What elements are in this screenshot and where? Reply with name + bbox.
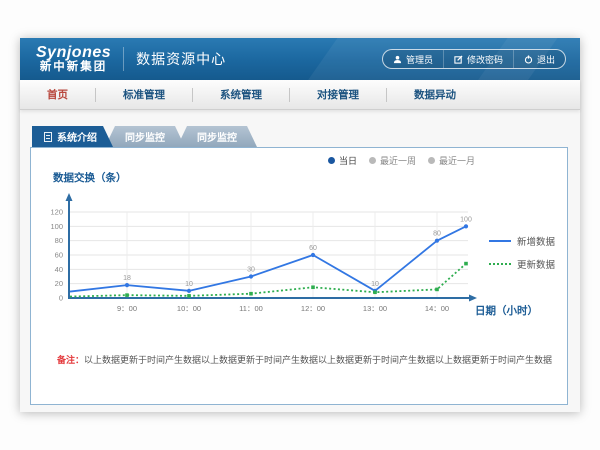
- logout-label: 退出: [537, 53, 555, 66]
- header-actions: 管理员 修改密码 退出: [382, 49, 566, 69]
- legend-new-data: 新增数据: [489, 234, 555, 248]
- app-window: Synjones 新中新集团 数据资源中心 管理员 修改密码: [20, 38, 580, 412]
- tab-bar: 系统介绍 同步监控 同步监控: [32, 126, 257, 147]
- nav-item-data-change[interactable]: 数据异动: [386, 88, 483, 102]
- footnote-prefix: 备注：: [57, 355, 84, 365]
- svg-text:18: 18: [123, 275, 131, 282]
- power-icon: [524, 55, 533, 64]
- legend-updated-data: 更新数据: [489, 257, 555, 271]
- app-title: 数据资源中心: [136, 49, 226, 69]
- svg-text:80: 80: [55, 236, 63, 245]
- footnote-text: 以上数据更新于时间产生数据以上数据更新于时间产生数据以上数据更新于时间产生数据以…: [84, 355, 553, 365]
- green-dotted-swatch: [489, 263, 511, 265]
- user-button[interactable]: 管理员: [383, 50, 443, 68]
- tab-sync-monitor-2[interactable]: 同步监控: [177, 126, 257, 147]
- radio-label: 最近一月: [439, 154, 475, 167]
- chart-panel: 当日 最近一周 最近一月 数据交换（条） 日期（小时） 020406080100…: [30, 147, 568, 405]
- series-legend: 新增数据 更新数据: [489, 234, 555, 271]
- tab-system-intro[interactable]: 系统介绍: [32, 126, 113, 147]
- radio-dot-icon: [369, 157, 376, 164]
- logo-text-cn: 新中新集团: [36, 61, 111, 73]
- blue-line-swatch: [489, 240, 511, 242]
- svg-text:11：00: 11：00: [239, 304, 263, 313]
- svg-text:10: 10: [185, 281, 193, 288]
- logout-button[interactable]: 退出: [513, 50, 565, 68]
- nav-item-system-mgmt[interactable]: 系统管理: [192, 88, 289, 102]
- svg-text:80: 80: [433, 231, 441, 238]
- footnote: 备注：以上数据更新于时间产生数据以上数据更新于时间产生数据以上数据更新于时间产生…: [57, 354, 553, 367]
- radio-label: 最近一周: [380, 154, 416, 167]
- svg-text:0: 0: [59, 294, 63, 303]
- radio-today[interactable]: 当日: [328, 154, 357, 167]
- svg-text:9：00: 9：00: [117, 304, 137, 313]
- radio-dot-icon: [328, 157, 335, 164]
- svg-text:120: 120: [50, 208, 63, 217]
- svg-text:40: 40: [55, 265, 63, 274]
- header-divider: [123, 47, 124, 71]
- legend-label: 新增数据: [517, 234, 555, 248]
- svg-text:12：00: 12：00: [301, 304, 325, 313]
- radio-dot-icon: [428, 157, 435, 164]
- screen: Synjones 新中新集团 数据资源中心 管理员 修改密码: [0, 0, 600, 450]
- svg-text:100: 100: [460, 216, 472, 223]
- user-icon: [393, 55, 402, 64]
- svg-text:10: 10: [371, 281, 379, 288]
- edit-icon: [454, 55, 463, 64]
- time-range-filters: 当日 最近一周 最近一月: [328, 154, 475, 167]
- svg-text:100: 100: [50, 222, 63, 231]
- logo-text-en: Synjones: [36, 45, 111, 62]
- svg-text:10：00: 10：00: [177, 304, 201, 313]
- legend-label: 更新数据: [517, 257, 555, 271]
- change-password-label: 修改密码: [467, 53, 503, 66]
- svg-text:60: 60: [55, 251, 63, 260]
- exchange-line-chart: 0 20 40 60 80 100 120 9：00 10：00 11：00 12：00 13：00 1…: [43, 188, 495, 320]
- nav-item-interface-mgmt[interactable]: 对接管理: [289, 88, 386, 102]
- document-icon: [44, 132, 52, 142]
- user-button-label: 管理员: [406, 53, 433, 66]
- y-axis-title: 数据交换（条）: [53, 170, 127, 185]
- nav-item-standard-mgmt[interactable]: 标准管理: [95, 88, 192, 102]
- main-nav: 首页 标准管理 系统管理 对接管理 数据异动: [20, 80, 580, 110]
- content-area: 系统介绍 同步监控 同步监控 当日 最近一周: [20, 110, 580, 412]
- nav-item-home[interactable]: 首页: [20, 88, 95, 102]
- app-header: Synjones 新中新集团 数据资源中心 管理员 修改密码: [20, 38, 580, 80]
- svg-text:20: 20: [55, 279, 63, 288]
- svg-text:13：00: 13：00: [363, 304, 387, 313]
- tab-label: 同步监控: [197, 129, 237, 144]
- radio-last-week[interactable]: 最近一周: [369, 154, 416, 167]
- svg-text:14：00: 14：00: [425, 304, 449, 313]
- radio-last-month[interactable]: 最近一月: [428, 154, 475, 167]
- change-password-button[interactable]: 修改密码: [443, 50, 513, 68]
- svg-text:30: 30: [247, 267, 255, 274]
- radio-label: 当日: [339, 154, 357, 167]
- company-logo: Synjones 新中新集团: [36, 45, 111, 74]
- tab-label: 同步监控: [125, 129, 165, 144]
- svg-text:60: 60: [309, 245, 317, 252]
- tab-sync-monitor-1[interactable]: 同步监控: [105, 126, 185, 147]
- tab-label: 系统介绍: [57, 129, 97, 144]
